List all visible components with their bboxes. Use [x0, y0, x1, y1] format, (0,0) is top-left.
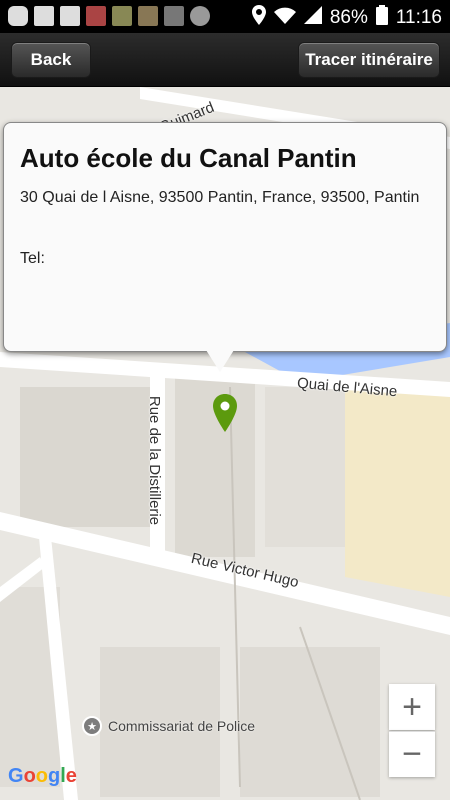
popup-title: Auto école du Canal Pantin: [20, 143, 357, 173]
mail-icon: [34, 6, 54, 26]
chat-icon: [8, 6, 28, 26]
app-icon: [112, 6, 132, 26]
google-letter: o: [23, 765, 36, 787]
popup-tel-label: Tel:: [20, 250, 45, 267]
signal-icon: [303, 6, 322, 30]
app-icon: [190, 6, 210, 26]
battery-icon: [375, 5, 388, 31]
google-letter: G: [8, 765, 24, 787]
wifi-icon: [273, 6, 296, 30]
back-button[interactable]: Back: [11, 42, 91, 78]
street-label-distillerie: Rue de la Distillerie: [146, 395, 164, 526]
google-letter: g: [48, 765, 61, 787]
poi-label: Commissariat de Police: [108, 718, 256, 734]
battery-level: 86%: [329, 7, 368, 28]
info-popup[interactable]: Auto école du Canal Pantin 30 Quai de l …: [3, 122, 447, 352]
poi-police[interactable]: ★ Commissariat de Police: [82, 716, 255, 736]
zoom-in-button[interactable]: +: [389, 684, 435, 730]
popup-pointer: [206, 350, 234, 372]
status-bar: 86% 11:16: [0, 0, 450, 33]
app-icon: [86, 6, 106, 26]
image-icon: [60, 6, 80, 26]
clock: 11:16: [395, 7, 442, 28]
google-letter: o: [35, 765, 48, 787]
police-icon: ★: [82, 716, 102, 736]
app-icon: [164, 6, 184, 26]
route-button[interactable]: Tracer itinéraire: [298, 42, 440, 78]
app-icon: [138, 6, 158, 26]
notification-icons: [8, 6, 210, 26]
popup-address: 30 Quai de l Aisne, 93500 Pantin, France…: [20, 189, 420, 206]
location-icon: [251, 5, 266, 31]
google-logo: Google: [8, 765, 77, 788]
toolbar: Back Tracer itinéraire: [0, 33, 450, 87]
map-view[interactable]: Guimard Quai de l'Aisne Rue de la Distil…: [0, 87, 450, 800]
highlight-area: [345, 387, 450, 597]
google-letter: e: [65, 765, 77, 787]
zoom-out-button[interactable]: −: [389, 731, 435, 777]
